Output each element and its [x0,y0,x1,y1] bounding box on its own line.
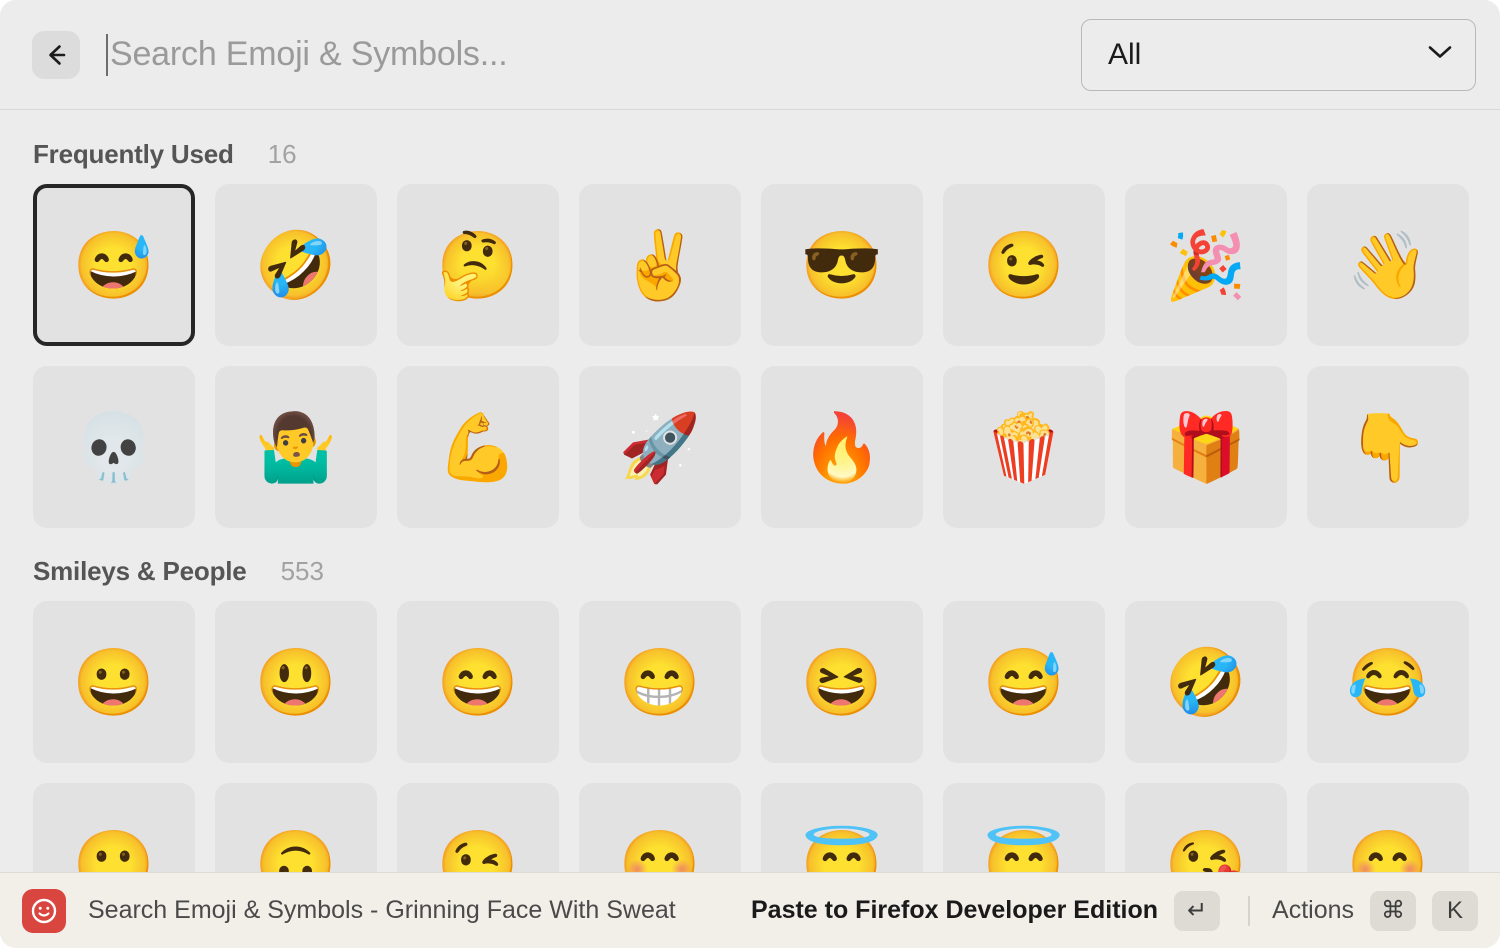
emoji-cell[interactable]: 🙂 [33,783,195,872]
emoji-glyph: 😊 [1346,827,1430,872]
emoji-glyph: 😅 [72,228,156,302]
enter-key-badge[interactable]: ↵ [1174,890,1221,931]
status-bar: Search Emoji & Symbols - Grinning Face W… [0,872,1500,948]
emoji-glyph: 💀 [72,410,156,484]
emoji-glyph: 🍿 [982,410,1066,484]
emoji-cell[interactable]: 😉 [397,783,559,872]
emoji-glyph: 🤷‍♂️ [254,410,338,484]
emoji-glyph: 🙃 [254,827,338,872]
emoji-grid-frequently-used: 😅 🤣 🤔 ✌️ 😎 😉 🎉 👋 💀 🤷‍♂️ 💪 🚀 🔥 🍿 🎁 👇 [0,184,1500,528]
emoji-cell[interactable]: 💀 [33,366,195,528]
emoji-cell[interactable]: 🍿 [943,366,1105,528]
emoji-cell[interactable]: 😅 [33,184,195,346]
emoji-glyph: 😁 [618,645,702,719]
section-header-frequently-used: Frequently Used 16 [0,111,1500,184]
category-filter-select[interactable]: All [1081,18,1476,91]
emoji-glyph: 😘 [1164,827,1248,872]
emoji-glyph: 🤣 [254,228,338,302]
emoji-smiley-app-icon [22,888,66,933]
status-title: Search Emoji & Symbols - Grinning Face W… [88,896,676,924]
section-title: Smileys & People [33,556,247,586]
emoji-cell[interactable]: 🔥 [761,366,923,528]
section-count: 553 [280,556,324,586]
emoji-glyph: 😇 [800,827,884,872]
emoji-glyph: 😂 [1346,645,1430,719]
emoji-cell[interactable]: 😀 [33,601,195,763]
emoji-cell[interactable]: 😄 [397,601,559,763]
emoji-cell[interactable]: 🤣 [1125,601,1287,763]
emoji-cell[interactable]: 😃 [215,601,377,763]
chevron-down-icon [1427,44,1453,65]
emoji-cell[interactable]: 😘 [1125,783,1287,872]
emoji-glyph: 👋 [1346,228,1430,302]
category-filter-value: All [1108,37,1142,71]
emoji-glyph: 💪 [436,410,520,484]
emoji-glyph: 🚀 [618,410,702,484]
emoji-cell[interactable]: 🙃 [215,783,377,872]
arrow-left-icon [42,41,70,69]
emoji-glyph: ✌️ [618,228,702,302]
emoji-glyph: 🙂 [72,827,156,872]
toolbar: Search Emoji & Symbols... All [0,0,1500,110]
emoji-cell[interactable]: 👋 [1307,184,1469,346]
emoji-glyph: 🎁 [1164,410,1248,484]
emoji-cell[interactable]: 😂 [1307,601,1469,763]
emoji-glyph: 👇 [1346,410,1430,484]
emoji-glyph: 🔥 [800,410,884,484]
emoji-cell[interactable]: 🤷‍♂️ [215,366,377,528]
search-input[interactable]: Search Emoji & Symbols... [106,25,1081,85]
emoji-cell[interactable]: 🤣 [215,184,377,346]
emoji-glyph: 😎 [800,228,884,302]
emoji-glyph: 😃 [254,645,338,719]
actions-label[interactable]: Actions [1272,896,1354,925]
section-title: Frequently Used [33,139,234,169]
emoji-cell[interactable]: ✌️ [579,184,741,346]
divider [1248,895,1251,926]
emoji-glyph: 😊 [618,827,702,872]
search-placeholder: Search Emoji & Symbols... [110,35,508,73]
emoji-grid-smileys-people: 😀 😃 😄 😁 😆 😅 🤣 😂 🙂 🙃 😉 😊 😇 😇 😘 😊 [0,601,1500,872]
emoji-cell[interactable]: 😊 [1307,783,1469,872]
emoji-glyph: 😉 [436,827,520,872]
emoji-cell[interactable]: 😇 [761,783,923,872]
emoji-cell[interactable]: 😁 [579,601,741,763]
text-caret [106,33,108,76]
emoji-picker-window: Search Emoji & Symbols... All Frequently… [0,0,1500,948]
emoji-cell[interactable]: 😆 [761,601,923,763]
emoji-cell[interactable]: 🎁 [1125,366,1287,528]
emoji-glyph: 😉 [982,228,1066,302]
k-key-badge[interactable]: K [1432,890,1478,931]
emoji-glyph: 🎉 [1164,228,1248,302]
emoji-glyph: 😄 [436,645,520,719]
emoji-cell[interactable]: 😊 [579,783,741,872]
emoji-cell[interactable]: 🎉 [1125,184,1287,346]
emoji-glyph: 🤔 [436,228,520,302]
emoji-cell[interactable]: 😅 [943,601,1105,763]
emoji-glyph: 🤣 [1164,645,1248,719]
emoji-cell[interactable]: 🤔 [397,184,559,346]
emoji-scroll-area[interactable]: Frequently Used 16 😅 🤣 🤔 ✌️ 😎 😉 🎉 👋 💀 🤷‍… [0,111,1500,872]
emoji-glyph: 😀 [72,645,156,719]
emoji-cell[interactable]: 💪 [397,366,559,528]
emoji-glyph: 😆 [800,645,884,719]
emoji-cell[interactable]: 🚀 [579,366,741,528]
section-count: 16 [267,139,297,169]
back-button[interactable] [32,30,80,79]
status-actions: Paste to Firefox Developer Edition ↵ Act… [751,890,1478,931]
emoji-glyph: 😇 [982,827,1066,872]
command-key-badge[interactable]: ⌘ [1370,890,1416,931]
emoji-cell[interactable]: 😎 [761,184,923,346]
emoji-cell[interactable]: 😉 [943,184,1105,346]
section-header-smileys-people: Smileys & People 553 [0,528,1500,601]
emoji-glyph: 😅 [982,645,1066,719]
emoji-cell[interactable]: 😇 [943,783,1105,872]
emoji-cell[interactable]: 👇 [1307,366,1469,528]
paste-action-label[interactable]: Paste to Firefox Developer Edition [751,896,1158,925]
